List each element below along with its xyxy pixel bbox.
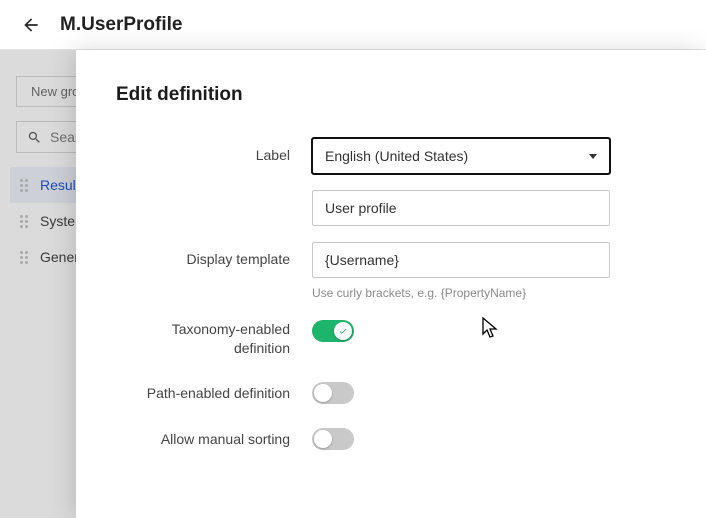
label-field-label: Label: [116, 138, 312, 163]
search-icon: [27, 130, 42, 145]
edit-definition-dialog: Edit definition Label English (United St…: [76, 50, 706, 518]
label-name-input[interactable]: [312, 190, 610, 226]
drag-handle-icon: [20, 179, 28, 192]
check-icon: [338, 326, 348, 336]
language-select[interactable]: English (United States): [312, 138, 610, 174]
drag-handle-icon: [20, 215, 28, 228]
path-toggle[interactable]: [312, 382, 354, 404]
display-template-input[interactable]: [312, 242, 610, 278]
taxonomy-toggle-label: Taxonomy-enabled definition: [116, 318, 312, 358]
manual-sort-toggle[interactable]: [312, 428, 354, 450]
page-title: M.UserProfile: [60, 14, 182, 36]
path-toggle-label: Path-enabled definition: [116, 376, 312, 401]
taxonomy-toggle[interactable]: [312, 320, 354, 342]
language-select-value: English (United States): [325, 148, 468, 164]
manual-sort-toggle-label: Allow manual sorting: [116, 422, 312, 447]
back-button[interactable]: [20, 14, 42, 36]
drag-handle-icon: [20, 251, 28, 264]
chevron-down-icon: [589, 154, 597, 159]
arrow-left-icon: [21, 15, 41, 35]
display-template-label: Display template: [116, 242, 312, 267]
dialog-title: Edit definition: [116, 84, 666, 106]
display-template-hint: Use curly brackets, e.g. {PropertyName}: [312, 286, 610, 300]
